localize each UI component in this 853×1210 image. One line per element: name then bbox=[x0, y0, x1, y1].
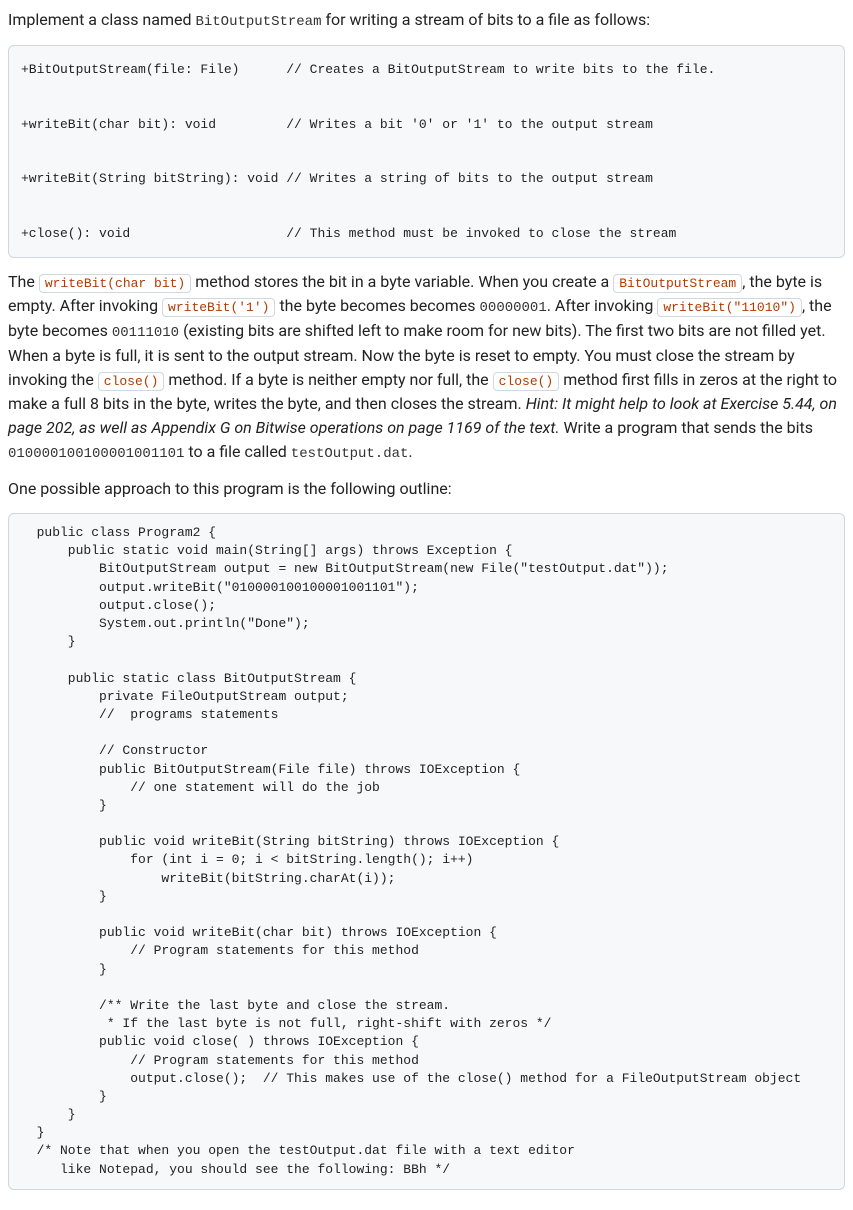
code-byte-00111010: 00111010 bbox=[112, 325, 179, 341]
text: the byte becomes becomes bbox=[275, 296, 479, 315]
code-byte-00000001: 00000001 bbox=[480, 300, 547, 316]
code-bitoutputstream: BitOutputStream bbox=[613, 274, 742, 293]
text: Write a program that sends the bits bbox=[560, 418, 814, 437]
code-writebit-11010: writeBit("11010") bbox=[657, 298, 802, 317]
code-writebit-char: writeBit(char bit) bbox=[39, 274, 191, 293]
code-close-1: close() bbox=[98, 372, 165, 391]
approach-paragraph: One possible approach to this program is… bbox=[8, 477, 845, 501]
text: method. If a byte is neither empty nor f… bbox=[164, 370, 492, 389]
code-filename: testOutput.dat bbox=[291, 446, 409, 462]
intro-text-suffix: for writing a stream of bits to a file a… bbox=[322, 10, 651, 29]
text: to a file called bbox=[184, 442, 290, 461]
text: . After invoking bbox=[547, 296, 658, 315]
api-code-block: +BitOutputStream(file: File) // Creates … bbox=[8, 45, 845, 258]
code-bitstring: 010000100100001001101 bbox=[8, 446, 184, 462]
intro-classname: BitOutputStream bbox=[195, 14, 321, 30]
intro-paragraph: Implement a class named BitOutputStream … bbox=[8, 8, 845, 33]
outline-code-block: public class Program2 { public static vo… bbox=[8, 513, 845, 1190]
intro-text-prefix: Implement a class named bbox=[8, 10, 195, 29]
code-close-2: close() bbox=[493, 372, 560, 391]
code-writebit-1: writeBit('1') bbox=[162, 298, 275, 317]
text: . bbox=[408, 442, 412, 461]
text: The bbox=[8, 272, 39, 291]
text: method stores the bit in a byte variable… bbox=[191, 272, 613, 291]
explanation-paragraph: The writeBit(char bit) method stores the… bbox=[8, 270, 845, 465]
